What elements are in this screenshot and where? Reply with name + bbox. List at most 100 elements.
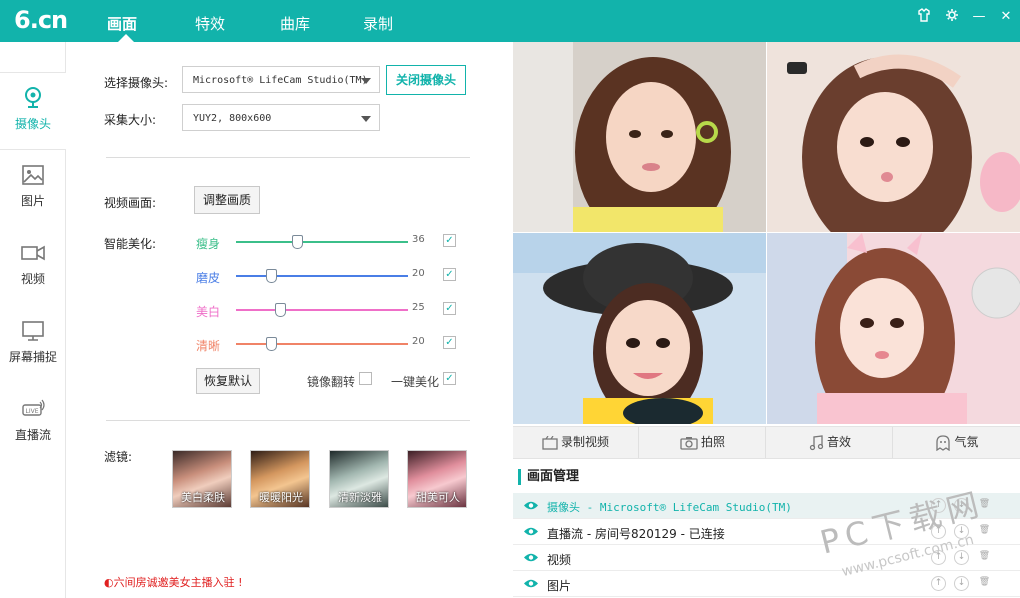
slider-thumb[interactable] <box>266 337 277 351</box>
slider-enable-checkbox[interactable]: ✓ <box>443 336 456 349</box>
mirror-flip-label: 镜像翻转 <box>307 375 356 389</box>
skin-icon[interactable] <box>915 8 933 26</box>
one-click-beauty-checkbox[interactable]: ✓ <box>443 372 456 385</box>
sidebar-item-label: 视频 <box>20 272 45 286</box>
sound-effects-label: 音效 <box>826 435 851 449</box>
one-click-beauty-label: 一键美化 <box>391 375 440 389</box>
slider-value: 36 <box>412 234 425 245</box>
minimize-button[interactable]: — <box>970 8 988 26</box>
move-down-icon[interactable]: ↓ <box>954 576 969 591</box>
filter-thumbnail[interactable]: 美白柔肤 <box>172 450 232 508</box>
preview-photo <box>513 42 766 232</box>
tab-effects[interactable]: 特效 <box>195 13 225 34</box>
sidebar-item-screen-capture[interactable]: 屏幕捕捉 <box>0 306 66 384</box>
tab-music-library[interactable]: 曲库 <box>280 13 310 34</box>
sidebar-item-label: 摄像头 <box>14 117 51 131</box>
sidebar-item-label: 图片 <box>20 194 45 208</box>
camera-select-value: Microsoft® LifeCam Studio(TM) <box>193 75 368 86</box>
slider-track[interactable] <box>236 275 408 277</box>
trash-icon[interactable]: 🗑 <box>977 576 992 591</box>
monitor-icon <box>22 321 44 341</box>
music-note-icon <box>809 434 824 450</box>
tab-record[interactable]: 录制 <box>363 13 393 34</box>
layer-name: 摄像头 - Microsoft® LifeCam Studio(TM) <box>547 501 792 514</box>
ghost-icon <box>936 434 951 451</box>
action-bar: 录制视频 拍照 音效 气氛 <box>513 426 1020 459</box>
slider-thumb[interactable] <box>266 269 277 283</box>
eye-icon[interactable] <box>523 578 539 589</box>
capture-size-label: 采集大小: <box>104 113 157 127</box>
image-icon <box>22 165 44 185</box>
title-bar: 6.cn 画面 特效 曲库 录制 — ✕ <box>0 0 1020 42</box>
filter-thumbnail[interactable]: 甜美可人 <box>407 450 467 508</box>
take-photo-label: 拍照 <box>700 435 725 449</box>
capture-size-select[interactable]: YUY2, 800x600 <box>182 104 380 131</box>
slider-track[interactable] <box>236 309 408 311</box>
sound-effects-button[interactable]: 音效 <box>767 427 893 458</box>
webcam-icon <box>25 87 41 108</box>
slider-enable-checkbox[interactable]: ✓ <box>443 268 456 281</box>
slider-thumb[interactable] <box>275 303 286 317</box>
chevron-down-icon <box>361 116 371 122</box>
gear-icon[interactable] <box>943 8 961 26</box>
slider-value: 20 <box>412 268 425 279</box>
camera-icon <box>680 436 698 450</box>
sidebar-item-live-stream[interactable]: LIVE 直播流 <box>0 384 66 462</box>
reset-default-button[interactable]: 恢复默认 <box>196 368 260 394</box>
move-down-icon[interactable]: ↓ <box>954 550 969 565</box>
layer-name: 直播流 - 房间号820129 - 已连接 <box>547 527 725 541</box>
trash-icon[interactable]: 🗑 <box>977 550 992 565</box>
record-video-icon <box>542 435 558 450</box>
slider-track[interactable] <box>236 241 408 243</box>
video-frame-label: 视频画面: <box>104 196 157 210</box>
layer-row-image[interactable]: 图片 ↑ ↓ 🗑 <box>513 571 1020 597</box>
tab-picture[interactable]: 画面 <box>107 13 137 34</box>
sidebar-item-video[interactable]: 视频 <box>0 228 66 306</box>
take-photo-button[interactable]: 拍照 <box>640 427 766 458</box>
filter-name: 甜美可人 <box>416 491 460 504</box>
slider-track[interactable] <box>236 343 408 345</box>
adjust-quality-button[interactable]: 调整画质 <box>194 186 260 214</box>
close-camera-button[interactable]: 关闭摄像头 <box>386 65 466 95</box>
slider-thumb[interactable] <box>292 235 303 249</box>
camera-settings-panel: 选择摄像头: Microsoft® LifeCam Studio(TM) 关闭摄… <box>66 42 512 598</box>
filter-thumbnail[interactable]: 暖暖阳光 <box>250 450 310 508</box>
recruit-notice[interactable]: ◐六间房诚邀美女主播入驻 ! <box>104 574 243 590</box>
live-stream-icon: LIVE <box>22 399 45 416</box>
source-sidebar: 摄像头 图片 视频 屏幕捕捉 LIVE 直播流 <box>0 42 66 598</box>
capture-size-value: YUY2, 800x600 <box>193 113 272 124</box>
preview-photo <box>767 233 1020 424</box>
slider-enable-checkbox[interactable]: ✓ <box>443 234 456 247</box>
layer-name: 图片 <box>547 579 572 593</box>
video-preview-grid <box>513 42 1020 424</box>
mirror-flip-checkbox[interactable] <box>359 372 372 385</box>
trash-icon[interactable]: 🗑 <box>977 524 992 539</box>
layer-name: 视频 <box>547 553 572 567</box>
slider-label: 磨皮 <box>196 271 221 285</box>
filter-name: 美白柔肤 <box>181 491 225 504</box>
filter-name: 清新淡雅 <box>338 491 382 504</box>
eye-icon[interactable] <box>523 500 539 511</box>
sidebar-item-camera[interactable]: 摄像头 <box>0 72 66 150</box>
slider-value: 25 <box>412 302 425 313</box>
slider-label: 美白 <box>196 305 221 319</box>
eye-icon[interactable] <box>523 552 539 563</box>
record-video-button[interactable]: 录制视频 <box>513 427 639 458</box>
camera-select[interactable]: Microsoft® LifeCam Studio(TM) <box>182 66 380 93</box>
preview-photo <box>767 42 1020 232</box>
filter-label: 滤镜: <box>104 450 133 464</box>
slider-enable-checkbox[interactable]: ✓ <box>443 302 456 315</box>
eye-icon[interactable] <box>523 526 539 537</box>
sidebar-item-image[interactable]: 图片 <box>0 150 66 228</box>
close-window-button[interactable]: ✕ <box>997 8 1015 26</box>
camera-select-label: 选择摄像头: <box>104 76 169 90</box>
smart-beauty-label: 智能美化: <box>104 237 157 251</box>
move-up-icon[interactable]: ↑ <box>931 576 946 591</box>
filter-thumbnail[interactable]: 清新淡雅 <box>329 450 389 508</box>
record-video-label: 录制视频 <box>560 435 609 449</box>
video-camera-icon <box>21 245 45 261</box>
chevron-down-icon <box>361 78 371 84</box>
slider-label: 清晰 <box>196 339 221 353</box>
slider-value: 20 <box>412 336 425 347</box>
atmosphere-button[interactable]: 气氛 <box>894 427 1020 458</box>
